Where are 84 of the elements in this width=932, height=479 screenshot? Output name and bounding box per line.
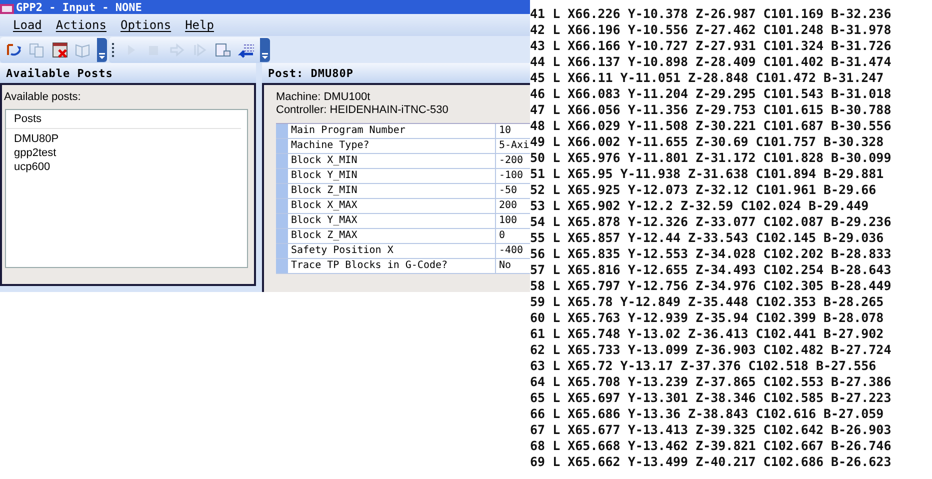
column-header[interactable]: Posts bbox=[6, 110, 241, 129]
code-line: 63 L X65.72 Y-13.17 Z-37.376 C102.518 B-27.556 bbox=[530, 358, 878, 374]
property-name: Block X_MIN bbox=[288, 154, 496, 168]
code-line: 42 L X66.196 Y-10.556 Z-27.462 C101.248 B-31.978 bbox=[530, 22, 892, 38]
delete-icon bbox=[51, 42, 69, 58]
row-header[interactable] bbox=[276, 139, 288, 153]
code-line: 67 L X65.677 Y-13.413 Z-39.325 C102.642 B-26.903 bbox=[530, 422, 892, 438]
code-line: 54 L X65.878 Y-12.326 Z-33.077 C102.087 B-29.236 bbox=[530, 214, 892, 230]
code-line: 52 L X65.925 Y-12.073 Z-32.12 C101.961 B-29.66 bbox=[530, 182, 878, 198]
property-value[interactable]: 100 bbox=[496, 214, 530, 228]
code-line: 41 L X66.226 Y-10.378 Z-26.987 C101.169 B-32.236 bbox=[530, 6, 892, 22]
row-header[interactable] bbox=[276, 244, 288, 258]
code-line: 62 L X65.733 Y-13.099 Z-36.903 C102.482 B-27.724 bbox=[530, 342, 892, 358]
code-line: 53 L X65.902 Y-12.2 Z-32.59 C102.024 B-29.449 bbox=[530, 198, 870, 214]
code-line: 55 L X65.857 Y-12.44 Z-33.543 C102.145 B-29.036 bbox=[530, 230, 885, 246]
row-header[interactable] bbox=[276, 259, 288, 273]
code-line: 66 L X65.686 Y-13.36 Z-38.843 C102.616 B-27.059 bbox=[530, 406, 885, 422]
code-line: 47 L X66.056 Y-11.356 Z-29.753 C101.615 B-30.788 bbox=[530, 102, 892, 118]
property-value[interactable]: 5-Axi bbox=[496, 139, 530, 153]
code-line: 65 L X65.697 Y-13.301 Z-38.346 C102.585 B-27.223 bbox=[530, 390, 892, 406]
row-header[interactable] bbox=[276, 169, 288, 183]
chevron-down-icon[interactable] bbox=[260, 38, 270, 62]
code-line: 49 L X66.002 Y-11.655 Z-30.69 C101.757 B-30.328 bbox=[530, 134, 885, 150]
property-name: Machine Type? bbox=[288, 139, 496, 153]
property-name: Main Program Number bbox=[288, 124, 496, 138]
code-line: 57 L X65.816 Y-12.655 Z-34.493 C102.254 B-28.643 bbox=[530, 262, 892, 278]
code-line: 58 L X65.797 Y-12.756 Z-34.976 C102.305 B-28.449 bbox=[530, 278, 892, 294]
property-value[interactable]: 10 bbox=[496, 124, 530, 138]
code-line: 43 L X66.166 Y-10.727 Z-27.931 C101.324 B-31.726 bbox=[530, 38, 892, 54]
code-line: 48 L X66.029 Y-11.508 Z-30.221 C101.687 B-30.556 bbox=[530, 118, 892, 134]
property-value[interactable]: -100 bbox=[496, 169, 530, 183]
post-item[interactable]: ucp600 bbox=[6, 160, 247, 174]
code-line: 69 L X65.662 Y-13.499 Z-40.217 C102.686 B-26.623 bbox=[530, 454, 892, 470]
chevron-down-icon[interactable] bbox=[97, 38, 107, 62]
code-line: 51 L X65.95 Y-11.938 Z-31.638 C101.894 B-29.881 bbox=[530, 166, 885, 182]
property-name: Block Z_MIN bbox=[288, 184, 496, 198]
property-name: Block Y_MIN bbox=[288, 169, 496, 183]
menu-item[interactable]: Load bbox=[10, 18, 45, 32]
row-header[interactable] bbox=[276, 229, 288, 243]
property-value[interactable]: 0 bbox=[496, 229, 530, 243]
code-line: 56 L X65.835 Y-12.553 Z-34.028 C102.202 B-28.833 bbox=[530, 246, 892, 262]
row-header[interactable] bbox=[276, 199, 288, 213]
panel-header: Post: DMU80P bbox=[262, 63, 530, 83]
posts-label: Available posts: bbox=[4, 91, 82, 103]
code-line: 50 L X65.976 Y-11.801 Z-31.172 C101.828 B-30.099 bbox=[530, 150, 892, 166]
machine-label: Machine: DMU100t bbox=[276, 91, 372, 104]
property-value[interactable]: -400 bbox=[496, 244, 530, 258]
row-header[interactable] bbox=[276, 154, 288, 168]
property-name: Block Z_MAX bbox=[288, 229, 496, 243]
code-line: 64 L X65.708 Y-13.239 Z-37.865 C102.553 B-27.386 bbox=[530, 374, 892, 390]
code-line: 61 L X65.748 Y-13.02 Z-36.413 C102.441 B-27.902 bbox=[530, 326, 885, 342]
panel-header: Available Posts bbox=[0, 63, 256, 83]
copy-icon bbox=[28, 42, 46, 58]
menu-item[interactable]: Help bbox=[182, 18, 217, 32]
code-line: 60 L X65.763 Y-12.939 Z-35.94 C102.399 B-28.078 bbox=[530, 310, 885, 326]
code-line: 68 L X65.668 Y-13.462 Z-39.821 C102.667 B-26.746 bbox=[530, 438, 892, 454]
window-title: GPP2 - Input - NONE bbox=[16, 1, 142, 14]
property-name: Safety Position X bbox=[288, 244, 496, 258]
table-icon bbox=[214, 42, 232, 58]
controller-label: Controller: HEIDENHAIN-iTNC-530 bbox=[276, 104, 450, 117]
transfer-icon bbox=[237, 42, 255, 58]
property-name: Trace TP Blocks in G-Code? bbox=[288, 259, 496, 273]
code-line: 45 L X66.11 Y-11.051 Z-28.848 C101.472 B-31.247 bbox=[530, 70, 885, 86]
property-name: Block Y_MAX bbox=[288, 214, 496, 228]
property-name: Block X_MAX bbox=[288, 199, 496, 213]
row-header[interactable] bbox=[276, 214, 288, 228]
property-value[interactable]: -200 bbox=[496, 154, 530, 168]
row-header[interactable] bbox=[276, 184, 288, 198]
row-header[interactable] bbox=[276, 124, 288, 138]
grip-icon[interactable] bbox=[112, 42, 115, 58]
property-value[interactable]: 200 bbox=[496, 199, 530, 213]
post-item[interactable]: gpp2test bbox=[6, 146, 247, 160]
property-value[interactable]: -50 bbox=[496, 184, 530, 198]
code-line: 59 L X65.78 Y-12.849 Z-35.448 C102.353 B-28.265 bbox=[530, 294, 885, 310]
book-icon bbox=[74, 42, 92, 58]
app-icon bbox=[0, 4, 14, 14]
post-item[interactable]: DMU80P bbox=[6, 132, 247, 146]
code-line: 46 L X66.083 Y-11.204 Z-29.295 C101.543 B-31.018 bbox=[530, 86, 892, 102]
refresh-icon bbox=[5, 42, 23, 58]
arrow-right-icon bbox=[168, 42, 186, 58]
property-value[interactable]: No bbox=[496, 259, 530, 273]
menu-item[interactable]: Actions bbox=[52, 18, 110, 32]
menu-item[interactable]: Options bbox=[117, 18, 174, 32]
code-line: 44 L X66.137 Y-10.898 Z-28.409 C101.402 B-31.474 bbox=[530, 54, 892, 70]
